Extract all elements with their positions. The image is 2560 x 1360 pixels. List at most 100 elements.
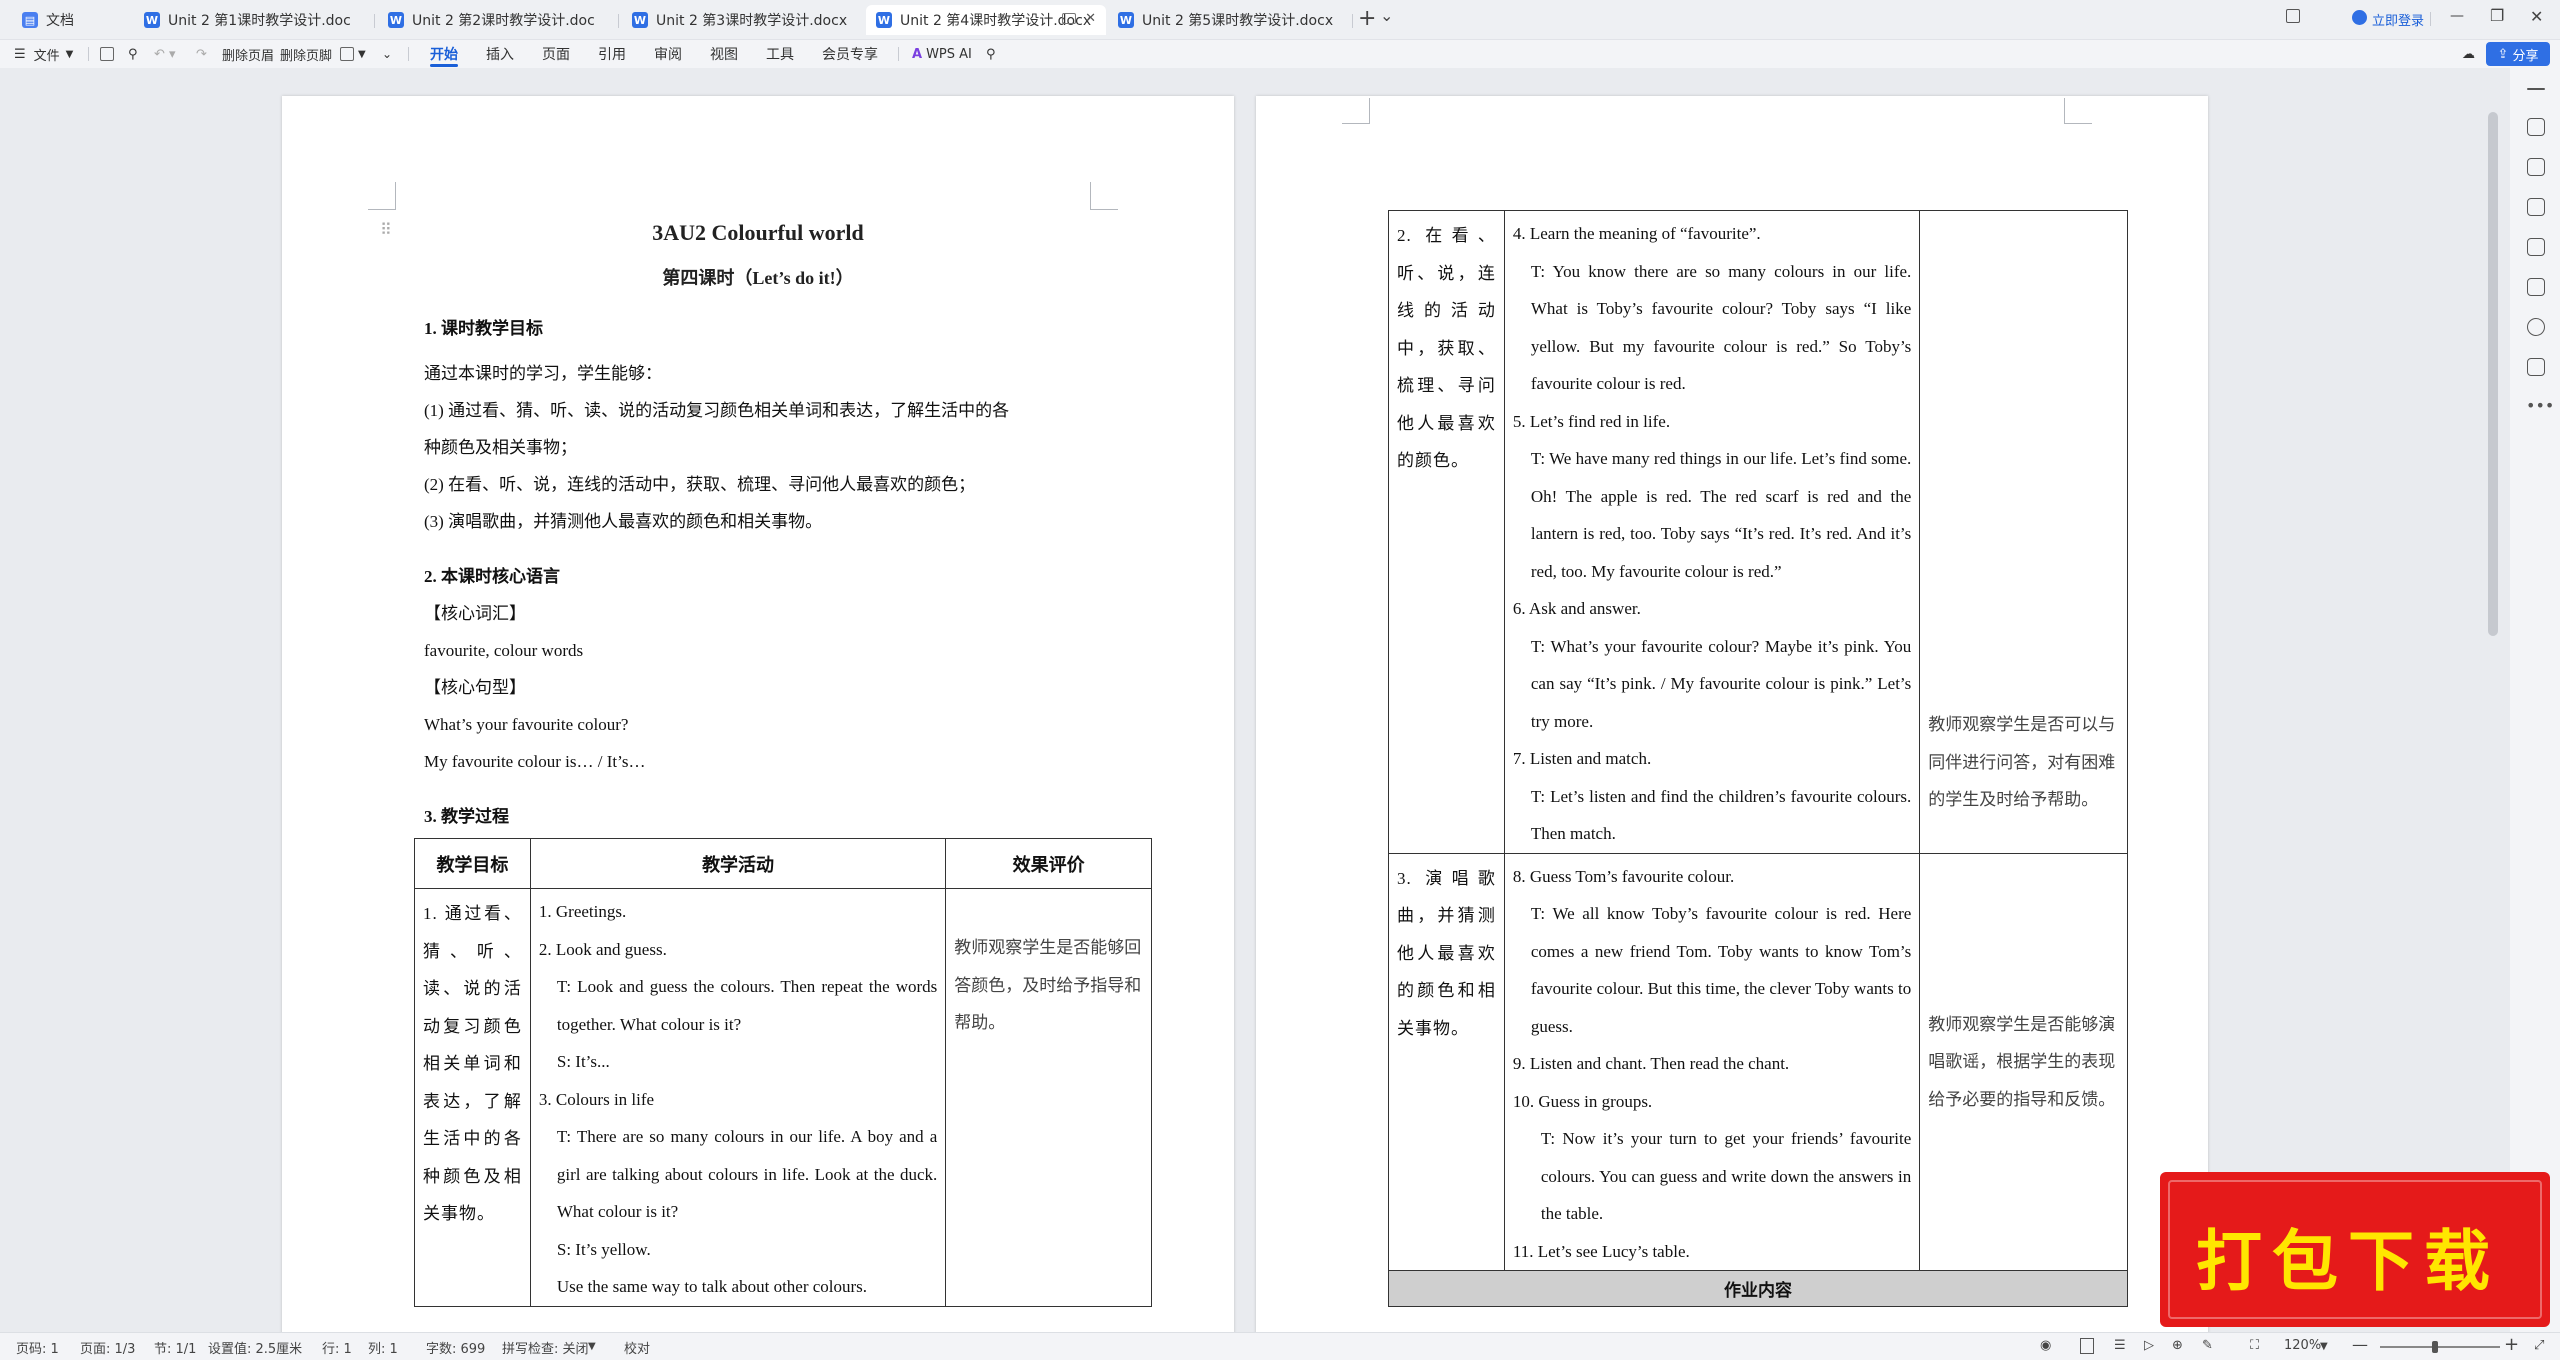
paragraph: 【核心词汇】 <box>424 604 526 623</box>
section-heading: 1. 课时教学目标 <box>424 319 543 338</box>
window-mode-icon[interactable] <box>2286 9 2300 23</box>
status-proofread[interactable]: 校对 <box>624 1338 650 1357</box>
undo-button[interactable]: ↶ ▾ <box>154 40 176 68</box>
activity-cell: 4. Learn the meaning of “favourite”. T: Y… <box>1503 210 1921 854</box>
restore-button[interactable]: ❐ <box>2490 6 2504 25</box>
cloud-sync-button[interactable]: ☁ <box>2462 40 2475 68</box>
tab-unit2-lesson1[interactable]: W Unit 2 第1课时教学设计.doc <box>134 5 370 35</box>
download-promo-badge[interactable]: 打包下载 <box>2160 1172 2550 1327</box>
close-tab-icon[interactable]: ✕ <box>1085 11 1096 26</box>
table-header: 教学活动 <box>529 838 947 889</box>
paragraph: 通过本课时的学习，学生能够： <box>424 364 662 383</box>
status-page[interactable]: 页码: 1 <box>16 1338 59 1357</box>
delete-footer-button[interactable]: 删除页脚 <box>280 40 332 68</box>
chevron-down-icon[interactable]: ▼ <box>588 1341 596 1352</box>
activity-line: 3. Colours in life <box>538 1089 655 1109</box>
edit-icon[interactable]: ✎ <box>2202 1338 2213 1353</box>
tab-unit2-lesson5[interactable]: W Unit 2 第5课时教学设计.docx <box>1108 5 1348 35</box>
activity-line: 10. Guess in groups. <box>1512 1091 1653 1111</box>
status-word-count[interactable]: 字数: 699 <box>426 1338 485 1357</box>
goal-cell: 3. 演唱歌曲，并猜测他人最喜欢的颜色和相关事物。 <box>1388 852 1505 1271</box>
tab-label: Unit 2 第2课时教学设计.doc <box>412 13 595 29</box>
fit-page-icon[interactable]: ⛶ <box>2250 1338 2259 1353</box>
zoom-slider[interactable] <box>2380 1346 2500 1348</box>
tools-icon[interactable] <box>2527 278 2545 296</box>
search-button[interactable]: ⚲ <box>986 40 996 68</box>
fullscreen-icon[interactable]: ⤢ <box>2534 1338 2544 1353</box>
status-spellcheck[interactable]: 拼写检查: 关闭 <box>502 1338 589 1357</box>
page-border-button[interactable]: ▼ <box>340 40 366 68</box>
tab-unit2-lesson4[interactable]: W Unit 2 第4课时教学设计.docx ✕ <box>866 5 1106 35</box>
shirt-icon[interactable] <box>2527 358 2545 376</box>
undo-icon: ↶ ▾ <box>154 46 176 62</box>
file-menu[interactable]: ☰ 文件 ▼ <box>14 40 73 68</box>
save-icon-button[interactable] <box>100 40 114 68</box>
ribbon-tab-view[interactable]: 视图 <box>710 40 738 68</box>
cursor-icon[interactable] <box>2527 158 2545 176</box>
minimize-button[interactable]: — <box>2450 8 2464 24</box>
wps-ai-button[interactable]: A WPS AI <box>912 40 972 68</box>
document-canvas[interactable]: ⠿ 3AU2 Colourful world 第四课时（Let’s do it!… <box>0 68 2510 1332</box>
eval-cell: 教师观察学生是否可以与同伴进行问答，对有困难的学生及时给予帮助。 <box>1919 210 2128 854</box>
paragraph: 种颜色及相关事物； <box>424 438 577 457</box>
ribbon-tab-insert[interactable]: 插入 <box>486 40 514 68</box>
status-row[interactable]: 行: 1 <box>322 1338 352 1357</box>
ribbon-tab-tools[interactable]: 工具 <box>766 40 794 68</box>
vertical-scrollbar[interactable] <box>2488 112 2498 636</box>
status-setting[interactable]: 设置值: 2.5厘米 <box>208 1338 302 1357</box>
redo-button[interactable]: ↷ <box>196 40 207 68</box>
close-window-button[interactable]: ✕ <box>2530 7 2543 26</box>
more-tools-button[interactable]: ⌄ <box>382 40 392 68</box>
zoom-slider-knob[interactable] <box>2432 1341 2438 1353</box>
status-pages[interactable]: 页面: 1/3 <box>80 1338 135 1357</box>
pen-icon[interactable] <box>2527 118 2545 136</box>
section-heading: 2. 本课时核心语言 <box>424 567 560 586</box>
eye-protect-icon[interactable]: ◉ <box>2040 1338 2051 1353</box>
ribbon-tab-page[interactable]: 页面 <box>542 40 570 68</box>
web-view-icon[interactable]: ⊕ <box>2172 1338 2183 1353</box>
collapse-icon[interactable] <box>2527 88 2545 90</box>
ribbon-tab-home[interactable]: 开始 <box>430 40 458 68</box>
outline-view-icon[interactable]: ☰ <box>2114 1338 2126 1353</box>
activity-line: T: There are so many colours in our life… <box>556 1127 938 1221</box>
lesson-table-continued[interactable]: 2. 在看、听、说，连线的活动中，获取、梳理、寻问他人最喜欢的颜色。 4. Le… <box>1388 210 2128 1307</box>
share-button[interactable]: ⇪ 分享 <box>2486 42 2550 66</box>
status-col[interactable]: 列: 1 <box>368 1338 398 1357</box>
help-icon[interactable] <box>2527 318 2545 336</box>
settings-sliders-icon[interactable] <box>2527 198 2545 216</box>
document-subtitle: 第四课时（Let’s do it!） <box>662 268 854 288</box>
brush-icon: ⚲ <box>128 46 138 62</box>
zoom-in-icon[interactable]: + <box>2504 1334 2519 1355</box>
document-page-1[interactable]: ⠿ 3AU2 Colourful world 第四课时（Let’s do it!… <box>282 96 1234 1332</box>
more-icon[interactable]: ••• <box>2526 396 2554 415</box>
new-tab-button[interactable]: + <box>1358 6 1376 31</box>
search-icon: ⚲ <box>986 46 996 62</box>
zoom-out-icon[interactable]: — <box>2352 1335 2368 1354</box>
homework-header: 作业内容 <box>1388 1270 2128 1307</box>
ribbon-tab-member[interactable]: 会员专享 <box>822 40 878 68</box>
word-doc-icon: W <box>1118 12 1134 28</box>
lesson-table[interactable]: 教学目标 教学活动 效果评价 1. 通过看、猜、听、读、说的活动复习颜色相关单词… <box>414 838 1152 1307</box>
table-row: 3. 演唱歌曲，并猜测他人最喜欢的颜色和相关事物。 8. Guess Tom’s… <box>1388 852 2128 1271</box>
page-view-icon[interactable] <box>2080 1338 2094 1354</box>
activity-line: S: It’s... <box>556 1052 610 1071</box>
chevron-down-icon[interactable]: ▼ <box>2320 1341 2328 1352</box>
table-row: 作业内容 <box>1388 1270 2128 1307</box>
ribbon-tab-review[interactable]: 审阅 <box>654 40 682 68</box>
tab-unit2-lesson2[interactable]: W Unit 2 第2课时教学设计.doc <box>378 5 614 35</box>
login-link[interactable]: 立即登录 <box>2372 10 2424 29</box>
right-sidebar: ••• <box>2510 68 2560 1332</box>
status-section[interactable]: 节: 1/1 <box>154 1338 196 1357</box>
format-painter-button[interactable]: ⚲ <box>128 40 138 68</box>
zoom-level[interactable]: 120% <box>2284 1338 2321 1353</box>
document-page-2[interactable]: 2. 在看、听、说，连线的活动中，获取、梳理、寻问他人最喜欢的颜色。 4. Le… <box>1256 96 2208 1332</box>
delete-header-button[interactable]: 删除页眉 <box>222 40 274 68</box>
activity-line: Use the same way to talk about other col… <box>556 1277 868 1296</box>
tab-unit2-lesson3[interactable]: W Unit 2 第3课时教学设计.docx <box>622 5 864 35</box>
tab-home[interactable]: ▤ 文档 <box>12 5 130 35</box>
chevron-down-icon: ⌄ <box>382 47 393 61</box>
tab-list-button[interactable]: ⌄ <box>1380 6 1393 25</box>
read-mode-icon[interactable]: ▷ <box>2144 1338 2154 1353</box>
image-icon[interactable] <box>2527 238 2545 256</box>
ribbon-tab-references[interactable]: 引用 <box>598 40 626 68</box>
